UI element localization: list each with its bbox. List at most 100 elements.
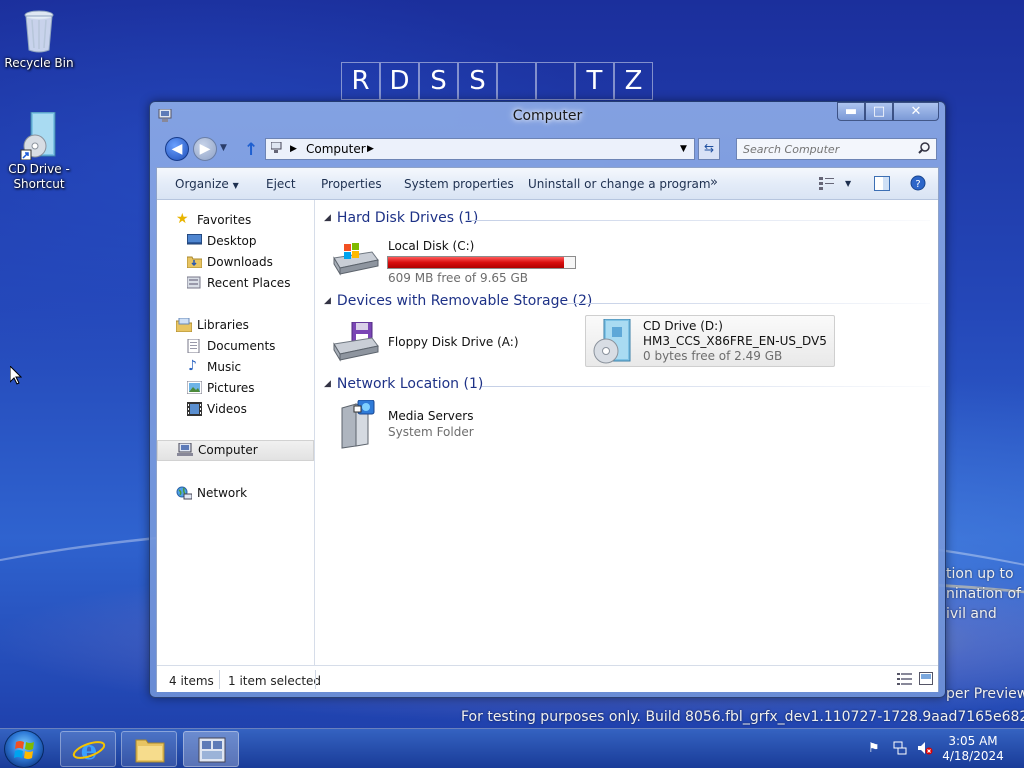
- network-status-icon[interactable]: [893, 741, 907, 759]
- nav-item-music[interactable]: ♪ Music: [157, 357, 314, 378]
- nav-item-label: Favorites: [197, 213, 252, 227]
- nav-item-desktop[interactable]: Desktop: [157, 231, 314, 252]
- taskbar-computer-window[interactable]: [183, 731, 239, 767]
- details-view-icon[interactable]: [897, 673, 912, 688]
- clock-date: 4/18/2024: [942, 749, 1004, 763]
- desktop-icon-label: Recycle Bin: [4, 56, 74, 70]
- nav-item-recent-places[interactable]: Recent Places: [157, 273, 314, 294]
- network-tile-media-servers[interactable]: Media Servers System Folder: [330, 399, 530, 450]
- navigation-row: ◀ ▶ ▼ ↑ ▶ Computer ▶ ▼ ⇆: [150, 134, 945, 164]
- nav-item-label: Music: [207, 360, 242, 374]
- desktop-icon-label: CD Drive - Shortcut: [8, 162, 70, 191]
- action-center-flag-icon[interactable]: ⚑: [868, 741, 880, 756]
- chevron-down-icon: ▼: [232, 181, 239, 190]
- letter-cell: T: [575, 62, 614, 100]
- start-button[interactable]: [4, 730, 44, 768]
- nav-item-favorites[interactable]: ★ Favorites: [157, 210, 314, 231]
- videos-icon: [187, 402, 202, 419]
- group-divider: [466, 220, 930, 221]
- minimize-button[interactable]: ▬: [837, 102, 865, 121]
- nav-item-documents[interactable]: Documents: [157, 336, 314, 357]
- group-header-network-location[interactable]: ◢ Network Location (1): [324, 376, 483, 392]
- taskbar-internet-explorer[interactable]: e: [60, 731, 116, 767]
- nav-item-videos[interactable]: Videos: [157, 399, 314, 420]
- letter-cell: R: [341, 62, 380, 100]
- help-icon: ?: [910, 175, 926, 191]
- letter-cell: S: [458, 62, 497, 100]
- drive-name: Local Disk (C:): [388, 239, 475, 253]
- refresh-button[interactable]: ⇆: [698, 138, 720, 160]
- windows-logo-icon: [14, 741, 34, 759]
- watermark-text: tion up to: [946, 566, 1014, 582]
- floppy-drive-icon: [332, 321, 380, 365]
- recycle-bin-icon: [21, 8, 57, 54]
- group-header-removable-storage[interactable]: ◢ Devices with Removable Storage (2): [324, 293, 592, 309]
- downloads-folder-icon: [186, 255, 203, 271]
- view-icon: [819, 177, 834, 190]
- view-options-dropdown[interactable]: ▼: [845, 179, 851, 188]
- address-bar[interactable]: ▶ Computer ▶ ▼: [265, 138, 695, 160]
- taskbar: e ⚑ 3:05 AM 4/18/2024: [0, 728, 1024, 768]
- maximize-button[interactable]: □: [865, 102, 893, 121]
- help-button[interactable]: ?: [910, 175, 926, 194]
- system-clock[interactable]: 3:05 AM 4/18/2024: [940, 734, 1006, 764]
- capacity-bar-fill: [388, 257, 564, 268]
- drive-tile-floppy-a[interactable]: Floppy Disk Drive (A:): [330, 318, 570, 366]
- uninstall-program-button[interactable]: Uninstall or change a program: [528, 177, 711, 191]
- volume-muted-icon[interactable]: [917, 741, 933, 759]
- nav-item-network[interactable]: Network: [157, 483, 314, 504]
- libraries-icon: [175, 317, 193, 335]
- back-button[interactable]: ◀: [165, 137, 189, 161]
- breadcrumb-chevron-icon[interactable]: ▶: [367, 144, 374, 154]
- nav-item-label: Documents: [207, 339, 276, 353]
- more-commands-button[interactable]: »: [710, 175, 718, 190]
- taskbar-file-explorer[interactable]: [121, 731, 177, 767]
- nav-item-libraries[interactable]: Libraries: [157, 315, 314, 336]
- hard-drive-icon: [332, 242, 380, 279]
- music-note-icon: ♪: [188, 358, 197, 374]
- system-properties-button[interactable]: System properties: [404, 177, 514, 191]
- drive-tile-local-disk-c[interactable]: Local Disk (C:) 609 MB free of 9.65 GB: [330, 236, 584, 285]
- desktop-icon-recycle-bin[interactable]: Recycle Bin: [0, 8, 78, 71]
- nav-item-downloads[interactable]: Downloads: [157, 252, 314, 273]
- drive-tile-cd-d[interactable]: CD Drive (D:) HM3_CCS_X86FRE_EN-US_DV5 0…: [585, 315, 835, 367]
- documents-icon: [187, 338, 200, 356]
- group-header-hard-disk-drives[interactable]: ◢ Hard Disk Drives (1): [324, 210, 478, 226]
- command-bar: Organize ▼ Eject Properties System prope…: [157, 168, 938, 200]
- preview-pane-icon: [874, 176, 890, 191]
- letter-cell: [497, 62, 536, 100]
- change-view-button[interactable]: [819, 176, 835, 193]
- letter-cell: Z: [614, 62, 653, 100]
- nav-item-pictures[interactable]: Pictures: [157, 378, 314, 399]
- forward-button[interactable]: ▶: [193, 137, 217, 161]
- organize-button[interactable]: Organize ▼: [175, 177, 239, 191]
- internet-explorer-icon: e: [72, 736, 106, 766]
- nav-item-computer[interactable]: Computer: [157, 440, 314, 461]
- clock-time: 3:05 AM: [948, 734, 998, 748]
- breadcrumb-computer[interactable]: Computer: [306, 142, 366, 156]
- close-button[interactable]: ✕: [893, 102, 939, 121]
- nav-item-label: Recent Places: [207, 276, 291, 290]
- search-input[interactable]: [736, 138, 937, 160]
- watermark-preview: per Preview: [946, 686, 1024, 702]
- computer-window-icon: [198, 737, 226, 763]
- group-header-label: Network Location (1): [336, 376, 484, 392]
- watermark-text: ivil and: [946, 606, 997, 622]
- desktop-folder-icon: [186, 233, 203, 249]
- search-icon[interactable]: [918, 142, 930, 157]
- breadcrumb-chevron-icon[interactable]: ▶: [290, 144, 297, 154]
- eject-button[interactable]: Eject: [266, 177, 296, 191]
- tiles-view-icon[interactable]: [919, 672, 933, 688]
- nav-item-label: Network: [197, 486, 248, 500]
- status-separator: [315, 670, 316, 689]
- letter-cell: S: [419, 62, 458, 100]
- content-pane: ◢ Hard Disk Drives (1) Local Disk (C:) 6…: [316, 200, 938, 665]
- recent-pages-dropdown[interactable]: ▼: [220, 143, 227, 153]
- preview-pane-button[interactable]: [874, 176, 890, 194]
- capacity-bar: [387, 256, 576, 269]
- address-dropdown-icon[interactable]: ▼: [680, 144, 687, 154]
- desktop-icon-cd-drive-shortcut[interactable]: CD Drive - Shortcut: [0, 111, 78, 192]
- properties-button[interactable]: Properties: [321, 177, 382, 191]
- up-button[interactable]: ↑: [244, 140, 258, 160]
- title-bar[interactable]: Computer ▬ □ ✕: [150, 102, 945, 130]
